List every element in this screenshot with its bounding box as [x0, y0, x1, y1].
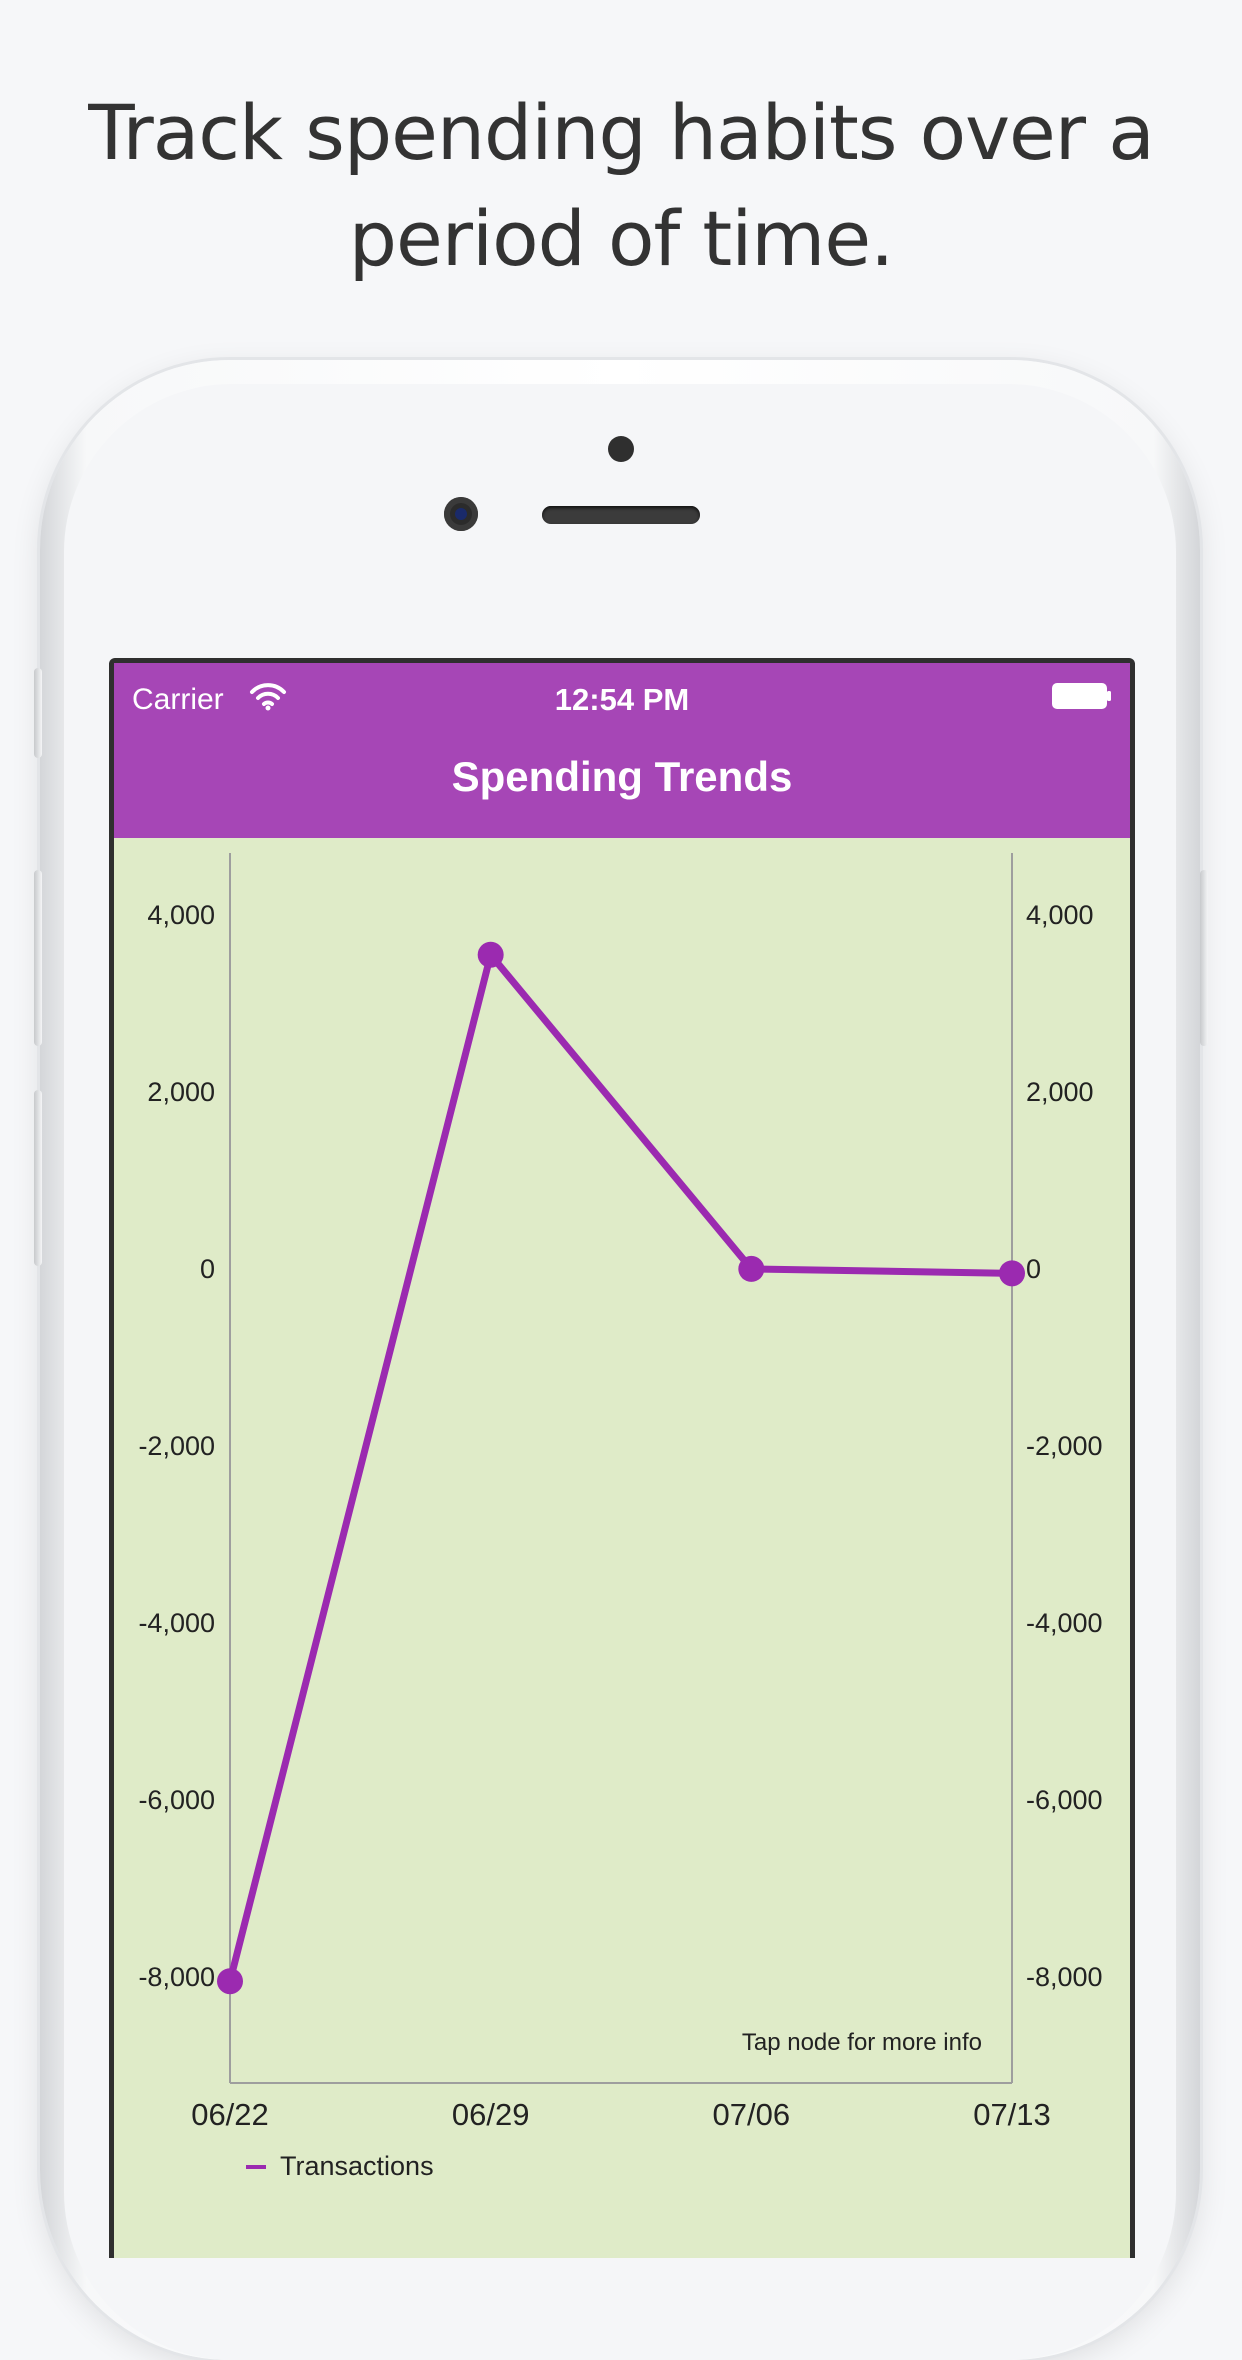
- x-tick-label: 07/06: [713, 2097, 791, 2132]
- data-point[interactable]: [738, 1255, 765, 1282]
- volume-down-button: [34, 1090, 42, 1266]
- volume-up-button: [34, 870, 42, 1046]
- y-tick-label-right: 0: [1026, 1254, 1041, 1284]
- data-point[interactable]: [999, 1260, 1025, 1287]
- chart-ticks: 4,000 4,000 2,000 2,000 0 0 -2,000 -2,000 -4,000…: [138, 900, 1102, 2132]
- chart-annotation: Tap node for more info: [742, 2029, 982, 2056]
- chart-legend: Transactions: [246, 2151, 434, 2181]
- y-tick-label-right: 4,000: [1026, 900, 1094, 930]
- spending-trends-chart[interactable]: 4,000 4,000 2,000 2,000 0 0 -2,000 -2,000 -4,000…: [114, 838, 1130, 2258]
- status-time: 12:54 PM: [554, 682, 690, 717]
- mute-switch: [34, 668, 42, 758]
- y-tick-label-left: 2,000: [147, 1077, 215, 1107]
- series-line: [226, 951, 1013, 1983]
- y-tick-label-left: -2,000: [138, 1431, 215, 1461]
- y-tick-label-right: -6,000: [1026, 1785, 1103, 1815]
- y-tick-label-left: 4,000: [147, 900, 215, 930]
- phone-screen: Carrier 12:54 PM Spending Trends 4,000 4,…: [109, 658, 1135, 2258]
- headline-line-1: Track spending habits over a: [88, 88, 1155, 177]
- power-button: [1200, 870, 1208, 1046]
- earpiece-speaker: [542, 506, 700, 524]
- page-title: Spending Trends: [451, 753, 793, 800]
- front-camera: [444, 497, 478, 531]
- headline-line-2: period of time.: [348, 194, 895, 283]
- y-tick-label-left: -4,000: [138, 1608, 215, 1638]
- x-tick-label: 07/13: [973, 2097, 1051, 2132]
- y-tick-label-left: 0: [200, 1254, 215, 1284]
- chart-axes: [229, 853, 1013, 2084]
- y-tick-label-left: -8,000: [138, 1962, 215, 1992]
- y-tick-label-right: -4,000: [1026, 1608, 1103, 1638]
- y-tick-label-left: -6,000: [138, 1785, 215, 1815]
- data-point[interactable]: [217, 1968, 243, 1995]
- y-tick-label-right: 2,000: [1026, 1077, 1094, 1107]
- headline: Track spending habits over a period of t…: [0, 80, 1242, 292]
- app-screen: Carrier 12:54 PM Spending Trends 4,000 4,…: [114, 663, 1130, 2258]
- proximity-sensor: [608, 436, 634, 462]
- data-point[interactable]: [477, 941, 504, 968]
- legend-label: Transactions: [280, 2151, 434, 2181]
- y-tick-label-right: -2,000: [1026, 1431, 1103, 1461]
- battery-icon: [1052, 683, 1111, 709]
- x-tick-label: 06/29: [452, 2097, 530, 2132]
- navigation-bar: Carrier 12:54 PM Spending Trends: [114, 663, 1130, 838]
- chart-series: [217, 941, 1025, 1995]
- x-tick-label: 06/22: [191, 2097, 269, 2132]
- y-tick-label-right: -8,000: [1026, 1962, 1103, 1992]
